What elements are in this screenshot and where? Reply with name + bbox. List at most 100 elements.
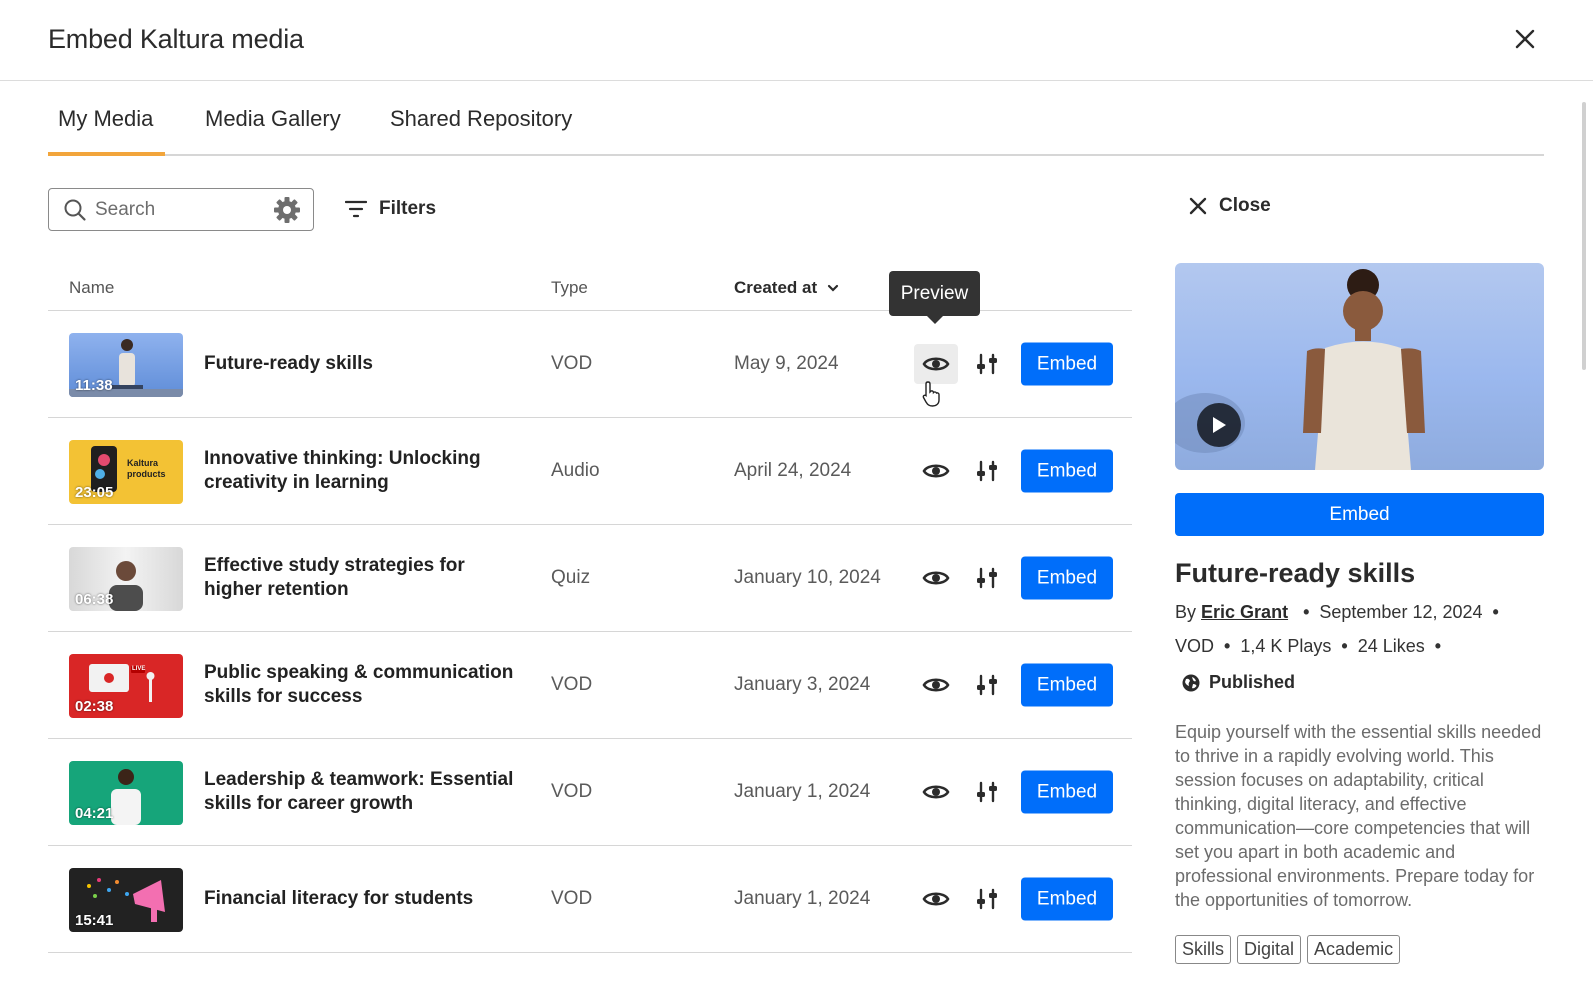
embed-button[interactable]: Embed <box>1021 342 1113 386</box>
close-modal-button[interactable] <box>1510 24 1540 54</box>
scrollbar[interactable] <box>1582 102 1586 370</box>
panel-meta-line-1: By Eric Grant • September 12, 2024 • <box>1175 602 1509 623</box>
panel-type: VOD <box>1175 636 1215 656</box>
separator-dot: • <box>1434 636 1442 656</box>
column-header-created[interactable]: Created at <box>734 278 840 298</box>
search-icon <box>64 199 86 221</box>
status-label: Published <box>1209 672 1296 692</box>
tab-my-media[interactable]: My Media <box>58 106 153 132</box>
live-badge: LIVE <box>132 666 146 672</box>
modal-title: Embed Kaltura media <box>48 24 304 54</box>
media-thumbnail[interactable]: LIVE 02:38 <box>69 654 183 718</box>
duration-label: 06:38 <box>75 591 114 608</box>
settings-button[interactable] <box>968 558 1006 598</box>
preview-button[interactable] <box>914 558 958 598</box>
close-icon <box>1515 29 1535 49</box>
settings-button[interactable] <box>968 665 1006 705</box>
settings-button[interactable] <box>968 451 1006 491</box>
embed-button[interactable]: Embed <box>1021 770 1113 814</box>
tag[interactable]: Academic <box>1307 935 1401 964</box>
table-row[interactable]: LIVE 02:38 Public speaking & communicati… <box>48 632 1132 739</box>
panel-likes: 24 Likes <box>1357 636 1425 656</box>
preview-button[interactable] <box>914 879 958 919</box>
eye-icon <box>922 464 950 478</box>
gear-icon[interactable] <box>273 196 301 224</box>
sliders-icon <box>977 674 997 696</box>
embed-button[interactable]: Embed <box>1021 877 1113 921</box>
table-row[interactable]: Kaltura products 23:05 Innovative thinki… <box>48 418 1132 525</box>
separator-dot: • <box>1492 602 1499 622</box>
separator-dot: • <box>1341 636 1348 656</box>
separator-dot: • <box>1224 636 1231 656</box>
media-type: VOD <box>551 674 593 695</box>
close-panel-label: Close <box>1219 195 1271 216</box>
media-name: Innovative thinking: Unlocking creativit… <box>204 448 481 493</box>
settings-button[interactable] <box>968 344 1006 384</box>
embed-button[interactable]: Embed <box>1021 663 1113 707</box>
table-row[interactable]: 11:38 Future-ready skills VOD May 9, 202… <box>48 311 1132 418</box>
panel-title: Future-ready skills <box>1175 558 1416 588</box>
sliders-icon <box>977 567 997 589</box>
media-name: Future-ready skills <box>204 353 373 374</box>
tag[interactable]: Digital <box>1237 935 1302 964</box>
duration-label: 02:38 <box>75 698 114 715</box>
embed-button[interactable]: Embed <box>1021 556 1113 600</box>
table-row[interactable]: 15:41 Financial literacy for students VO… <box>48 846 1132 953</box>
eye-icon <box>922 571 950 585</box>
media-preview-player[interactable] <box>1175 263 1544 470</box>
chevron-down-icon <box>828 284 839 292</box>
panel-embed-button[interactable]: Embed <box>1175 493 1544 536</box>
table-row[interactable]: 06:38 Effective study strategies for hig… <box>48 525 1132 632</box>
tab-media-gallery[interactable]: Media Gallery <box>205 106 341 132</box>
sliders-icon <box>977 460 997 482</box>
media-thumbnail[interactable]: 06:38 <box>69 547 183 611</box>
table-row[interactable]: 04:21 Leadership & teamwork: Essential s… <box>48 739 1132 846</box>
preview-button[interactable] <box>914 451 958 491</box>
preview-button[interactable] <box>914 665 958 705</box>
embed-button[interactable]: Embed <box>1021 449 1113 493</box>
tag[interactable]: Skills <box>1175 935 1232 964</box>
media-type: VOD <box>551 888 593 909</box>
preview-tooltip: Preview <box>889 271 980 324</box>
column-header-type: Type <box>551 278 588 297</box>
media-type: VOD <box>551 781 593 802</box>
media-name: Public speaking & communication skills f… <box>204 662 514 707</box>
media-date: January 1, 2024 <box>734 781 871 802</box>
preview-button[interactable] <box>914 344 958 384</box>
active-tab-indicator <box>48 152 165 156</box>
media-thumbnail[interactable]: 15:41 <box>69 868 183 932</box>
media-type: VOD <box>551 353 593 374</box>
thumbnail-caption: Kaltura products <box>127 458 166 479</box>
search-input[interactable] <box>95 198 260 222</box>
media-table: Name Type Created at 11:38 Future-ready … <box>48 262 1132 953</box>
media-thumbnail[interactable]: 11:38 <box>69 333 183 397</box>
play-button[interactable] <box>1197 403 1241 447</box>
duration-label: 23:05 <box>75 484 114 501</box>
eye-icon <box>922 357 950 371</box>
close-panel-button[interactable]: Close <box>1189 190 1271 222</box>
duration-label: 04:21 <box>75 805 114 822</box>
panel-description: Equip yourself with the essential skills… <box>1175 722 1542 910</box>
media-thumbnail[interactable]: Kaltura products 23:05 <box>69 440 183 504</box>
settings-button[interactable] <box>968 879 1006 919</box>
eye-icon <box>922 678 950 692</box>
settings-button[interactable] <box>968 772 1006 812</box>
tab-shared-repository[interactable]: Shared Repository <box>390 106 572 132</box>
search-box <box>48 188 314 231</box>
media-date: January 3, 2024 <box>734 674 871 695</box>
preview-button[interactable] <box>914 772 958 812</box>
author-link[interactable]: Eric Grant <box>1201 602 1288 622</box>
filters-button[interactable]: Filters <box>345 193 436 225</box>
panel-date: September 12, 2024 <box>1319 602 1483 622</box>
media-thumbnail[interactable]: 04:21 <box>69 761 183 825</box>
tag-list: Skills Digital Academic <box>1175 935 1401 964</box>
separator-dot: • <box>1303 602 1310 622</box>
sliders-icon <box>977 781 997 803</box>
filters-label: Filters <box>379 198 437 219</box>
close-icon <box>1189 197 1207 215</box>
modal-header: Embed Kaltura media <box>0 0 1593 81</box>
eye-icon <box>922 785 950 799</box>
sliders-icon <box>977 353 997 375</box>
status-badge: Published <box>1181 672 1295 693</box>
media-type: Quiz <box>551 567 591 588</box>
